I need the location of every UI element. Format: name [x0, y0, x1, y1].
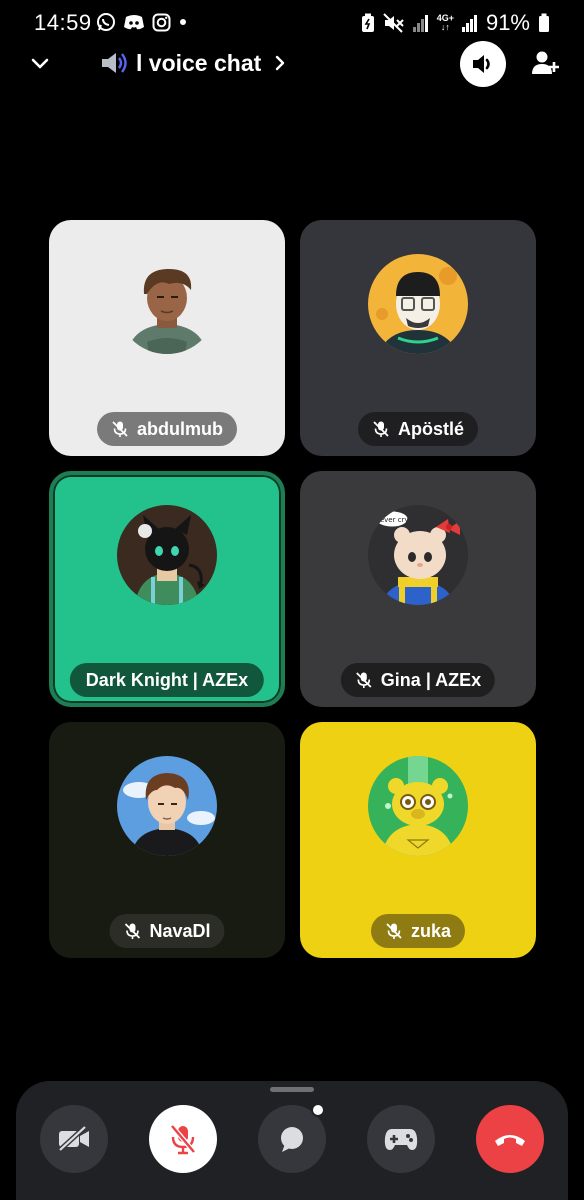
camera-off-icon — [58, 1125, 89, 1152]
mic-muted-icon — [386, 923, 402, 939]
instagram-icon — [152, 13, 171, 31]
camera-toggle-button[interactable] — [40, 1105, 108, 1173]
avatar — [117, 756, 217, 856]
speaker-output-button[interactable] — [460, 41, 506, 87]
mic-muted-icon — [112, 421, 128, 437]
participant-name-badge: Dark Knight | AZEx — [69, 663, 265, 697]
activities-button[interactable] — [367, 1105, 435, 1173]
participant-name: Dark Knight | AZEx — [85, 669, 249, 690]
participant-name: abdulmub — [137, 418, 223, 439]
channel-name: l voice chat — [136, 49, 262, 76]
call-header: l voice chat — [0, 40, 584, 88]
microphone-toggle-button[interactable] — [149, 1105, 217, 1173]
avatar-caption: never cry — [375, 516, 408, 524]
avatar — [368, 254, 468, 354]
battery-percent: 91% — [485, 10, 530, 35]
participant-tile[interactable]: Apöstlé — [300, 220, 536, 456]
avatar — [117, 505, 217, 605]
gamepad-icon — [384, 1129, 418, 1150]
mic-muted-icon — [124, 923, 141, 939]
participant-name-badge: NavaDl — [109, 914, 225, 948]
volume-icon — [473, 55, 490, 73]
signal-icon — [461, 15, 477, 32]
speaker-icon — [102, 53, 127, 73]
end-call-button[interactable] — [476, 1105, 544, 1173]
discord-icon — [124, 15, 144, 30]
mic-muted-icon — [356, 672, 372, 688]
channel-title[interactable]: l voice chat — [98, 48, 287, 78]
participant-name-badge: abdulmub — [97, 412, 237, 446]
system-icons: 4G+ ↓↑ 91% — [361, 10, 550, 36]
avatar — [368, 756, 468, 856]
mic-muted-icon — [373, 421, 389, 437]
chevron-down-icon[interactable] — [26, 50, 54, 78]
network-type: 4G+ ↓↑ — [436, 13, 454, 32]
participant-name-badge: Apöstlé — [357, 412, 479, 446]
mute-icon — [382, 13, 404, 33]
battery-icon — [539, 13, 549, 32]
participant-name: NavaDl — [149, 920, 211, 941]
unread-indicator — [311, 1103, 325, 1117]
hang-up-icon — [495, 1135, 525, 1146]
add-user-icon[interactable] — [530, 48, 560, 78]
participant-tile[interactable]: zuka — [300, 722, 536, 958]
participant-name-badge: Gina | AZEx — [340, 663, 496, 697]
chevron-right-icon — [276, 55, 285, 71]
participant-name-badge: zuka — [370, 914, 466, 948]
participant-name: Gina | AZEx — [380, 669, 482, 690]
chat-icon — [281, 1127, 303, 1152]
drag-handle[interactable] — [270, 1087, 314, 1092]
participant-tile-speaking[interactable]: Dark Knight | AZEx — [49, 471, 285, 707]
avatar — [117, 254, 217, 354]
status-time: 14:59 — [34, 10, 92, 35]
signal-icon — [412, 15, 428, 32]
avatar: never cry — [368, 505, 468, 605]
whatsapp-icon — [97, 13, 115, 31]
mic-off-icon — [170, 1124, 196, 1155]
participant-tile[interactable]: abdulmub — [49, 220, 285, 456]
notification-icons — [96, 12, 188, 32]
dot-icon — [180, 19, 186, 25]
participant-tile[interactable]: never cry Gina | AZEx — [300, 471, 536, 707]
participant-name: Apöstlé — [397, 418, 465, 439]
participant-name: zuka — [410, 920, 452, 941]
battery-saver-icon — [361, 13, 374, 32]
participant-tile[interactable]: NavaDl — [49, 722, 285, 958]
